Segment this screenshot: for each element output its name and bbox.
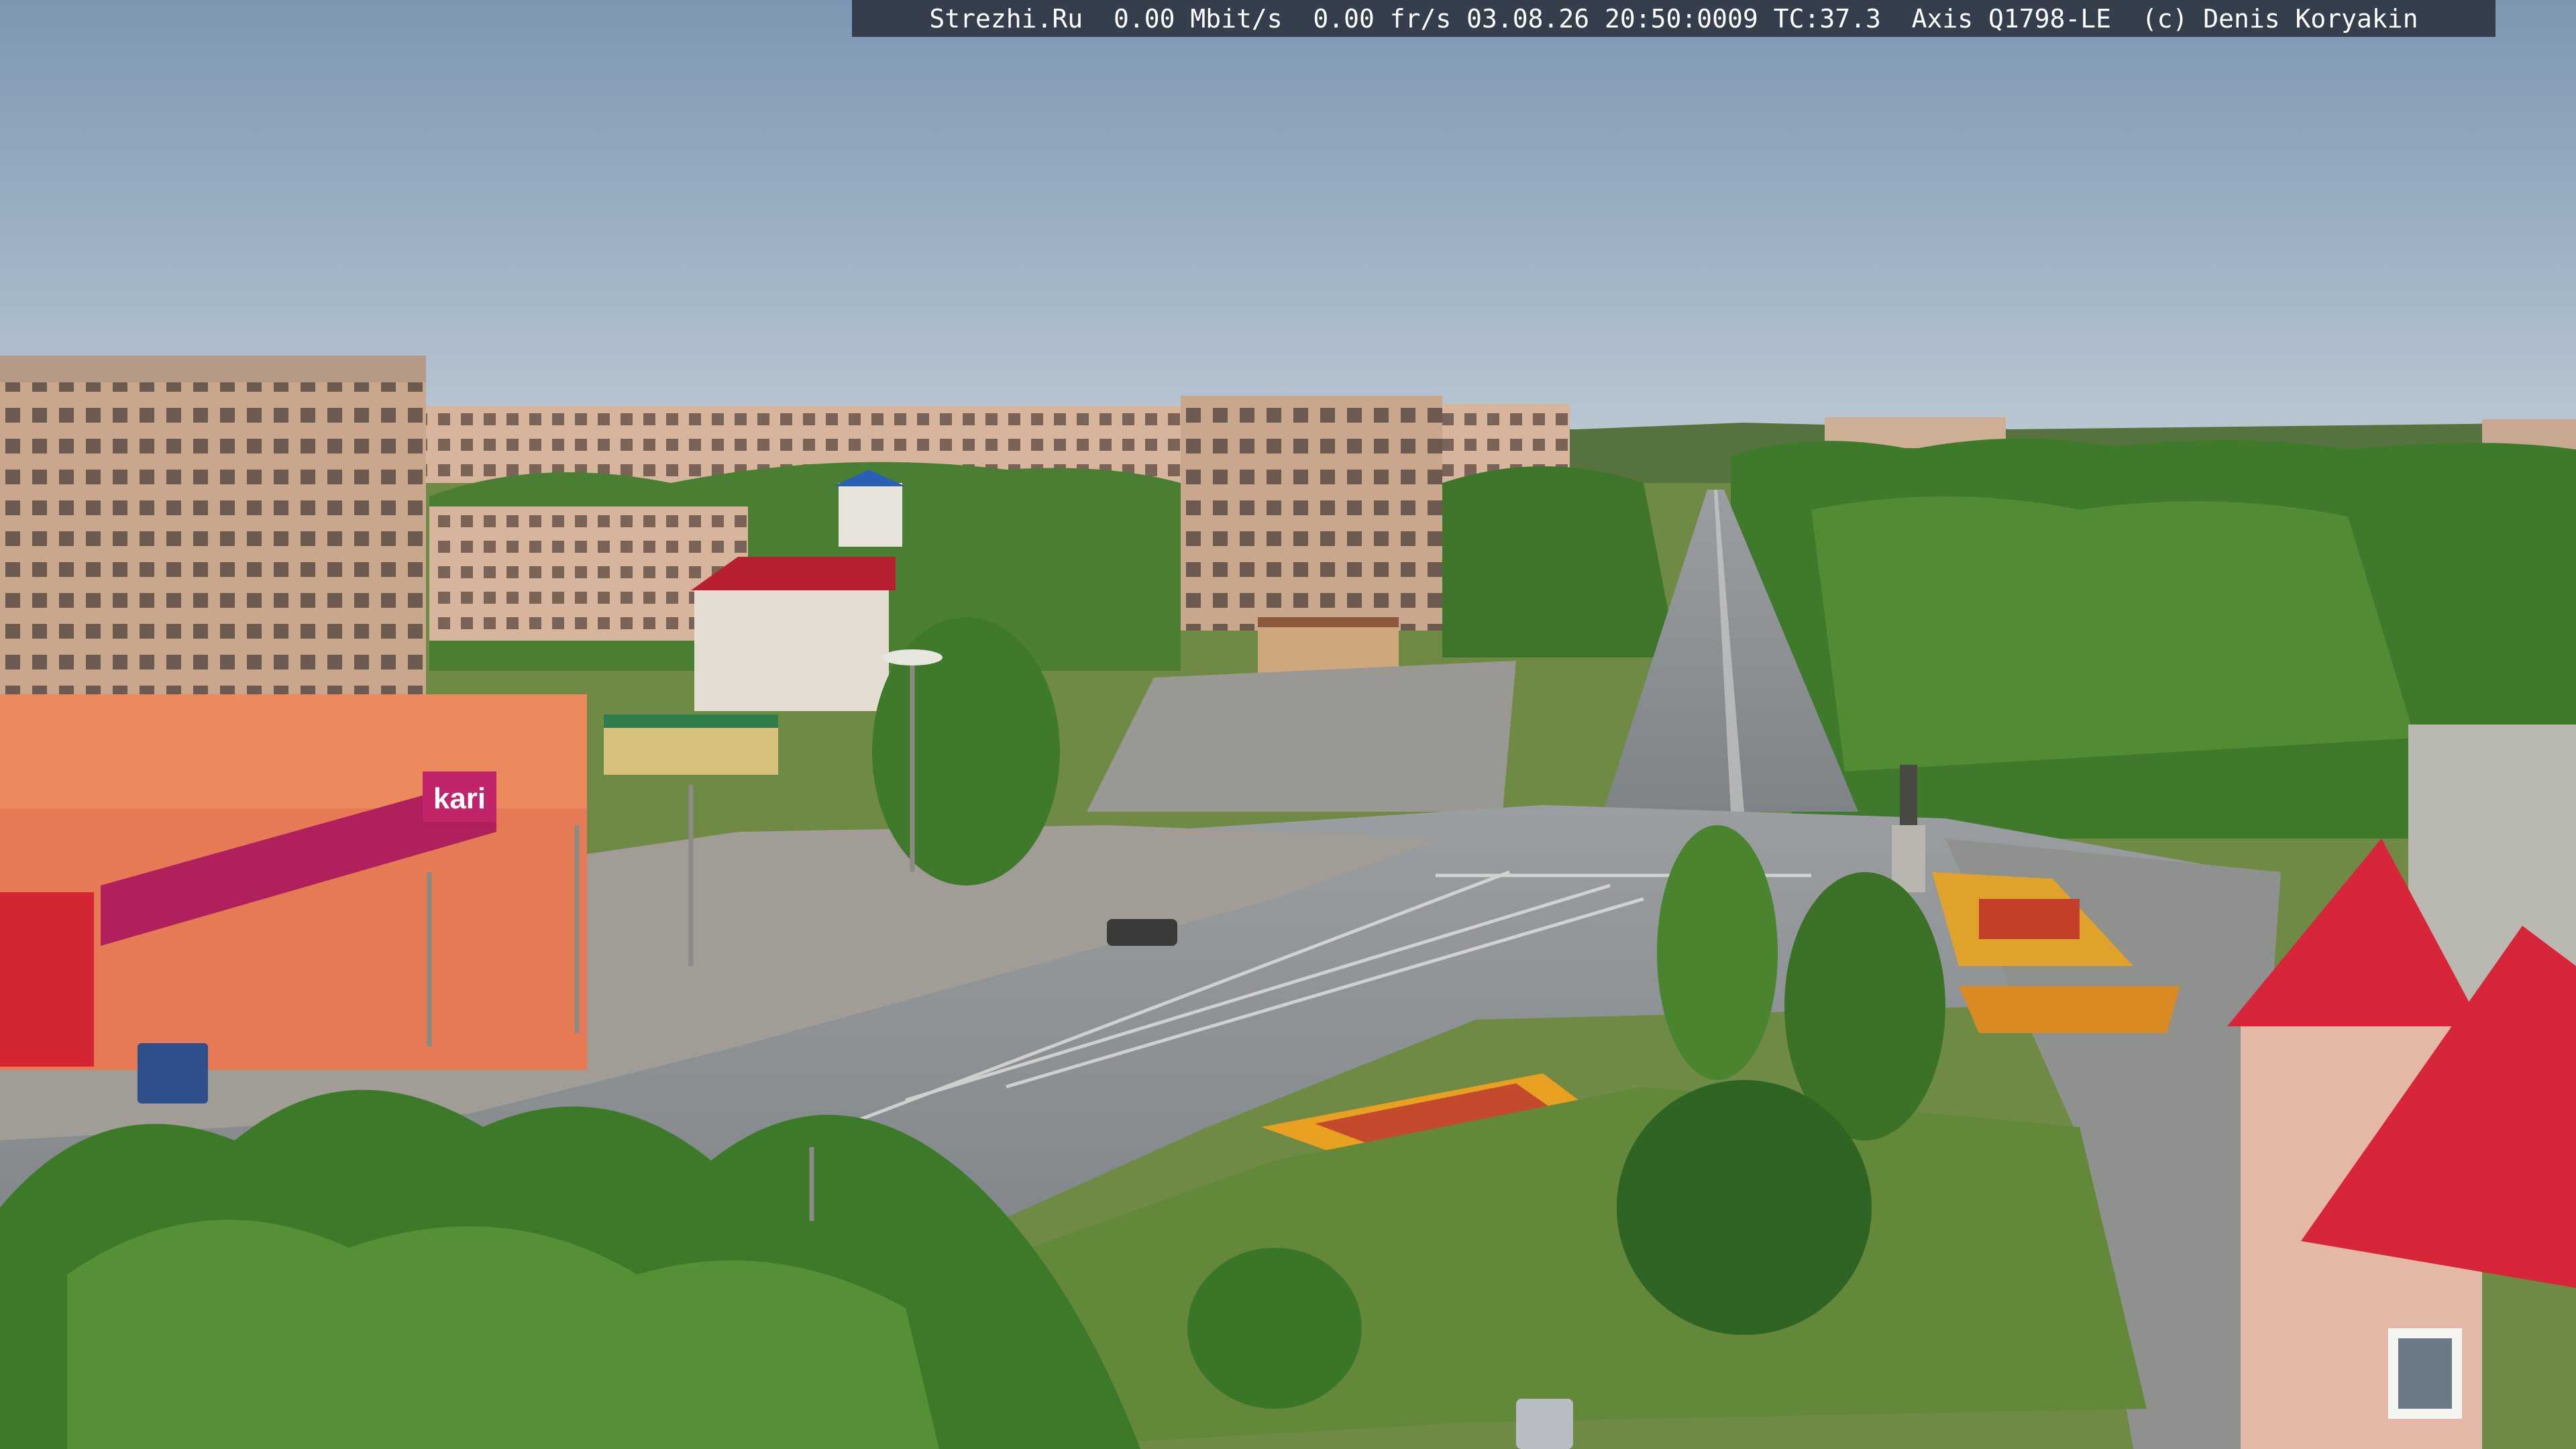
city-square-scene: kari [0, 0, 2576, 1449]
tower-window-pane [2398, 1338, 2452, 1409]
tree-bottom-center [1187, 1248, 1362, 1409]
webcam-city-view: kari Strezhi.Ru 0.00 Mbit/s 0.00 fr/s 03… [0, 0, 2576, 1449]
right-forest-highlight [1811, 496, 2415, 771]
car-bottom [1516, 1399, 1573, 1449]
upper-plaza [1087, 661, 1516, 812]
kiosk-roof [604, 714, 778, 728]
red-storefront [0, 892, 94, 1067]
monument-pedestal [1892, 825, 1925, 892]
tower-building-center [1181, 396, 1442, 631]
monument-statue [1900, 765, 1917, 825]
tree-center-low [1617, 1080, 1872, 1335]
tree-center-right [1657, 825, 1778, 1080]
tower-building-wing [1442, 404, 1570, 464]
red-roof-building [694, 590, 889, 711]
blue-roof-tower [839, 483, 902, 547]
apartment-block-left-roof [0, 356, 426, 382]
camera-overlay-bar: Strezhi.Ru 0.00 Mbit/s 0.00 fr/s 03.08.2… [852, 0, 2496, 37]
shopping-center-upper [0, 694, 587, 808]
lamp-top-square [882, 649, 943, 665]
square-small-building-roof [1258, 617, 1399, 627]
mid-trees-center [1442, 466, 1677, 657]
car-plaza [1107, 919, 1177, 946]
flower-bed-2 [1959, 986, 2180, 1033]
truck-left [138, 1043, 208, 1104]
kari-brand-sign: kari [433, 782, 486, 815]
flower-bed-1-inner [1979, 899, 2080, 939]
camera-overlay-text: Strezhi.Ru 0.00 Mbit/s 0.00 fr/s 03.08.2… [929, 3, 2418, 34]
